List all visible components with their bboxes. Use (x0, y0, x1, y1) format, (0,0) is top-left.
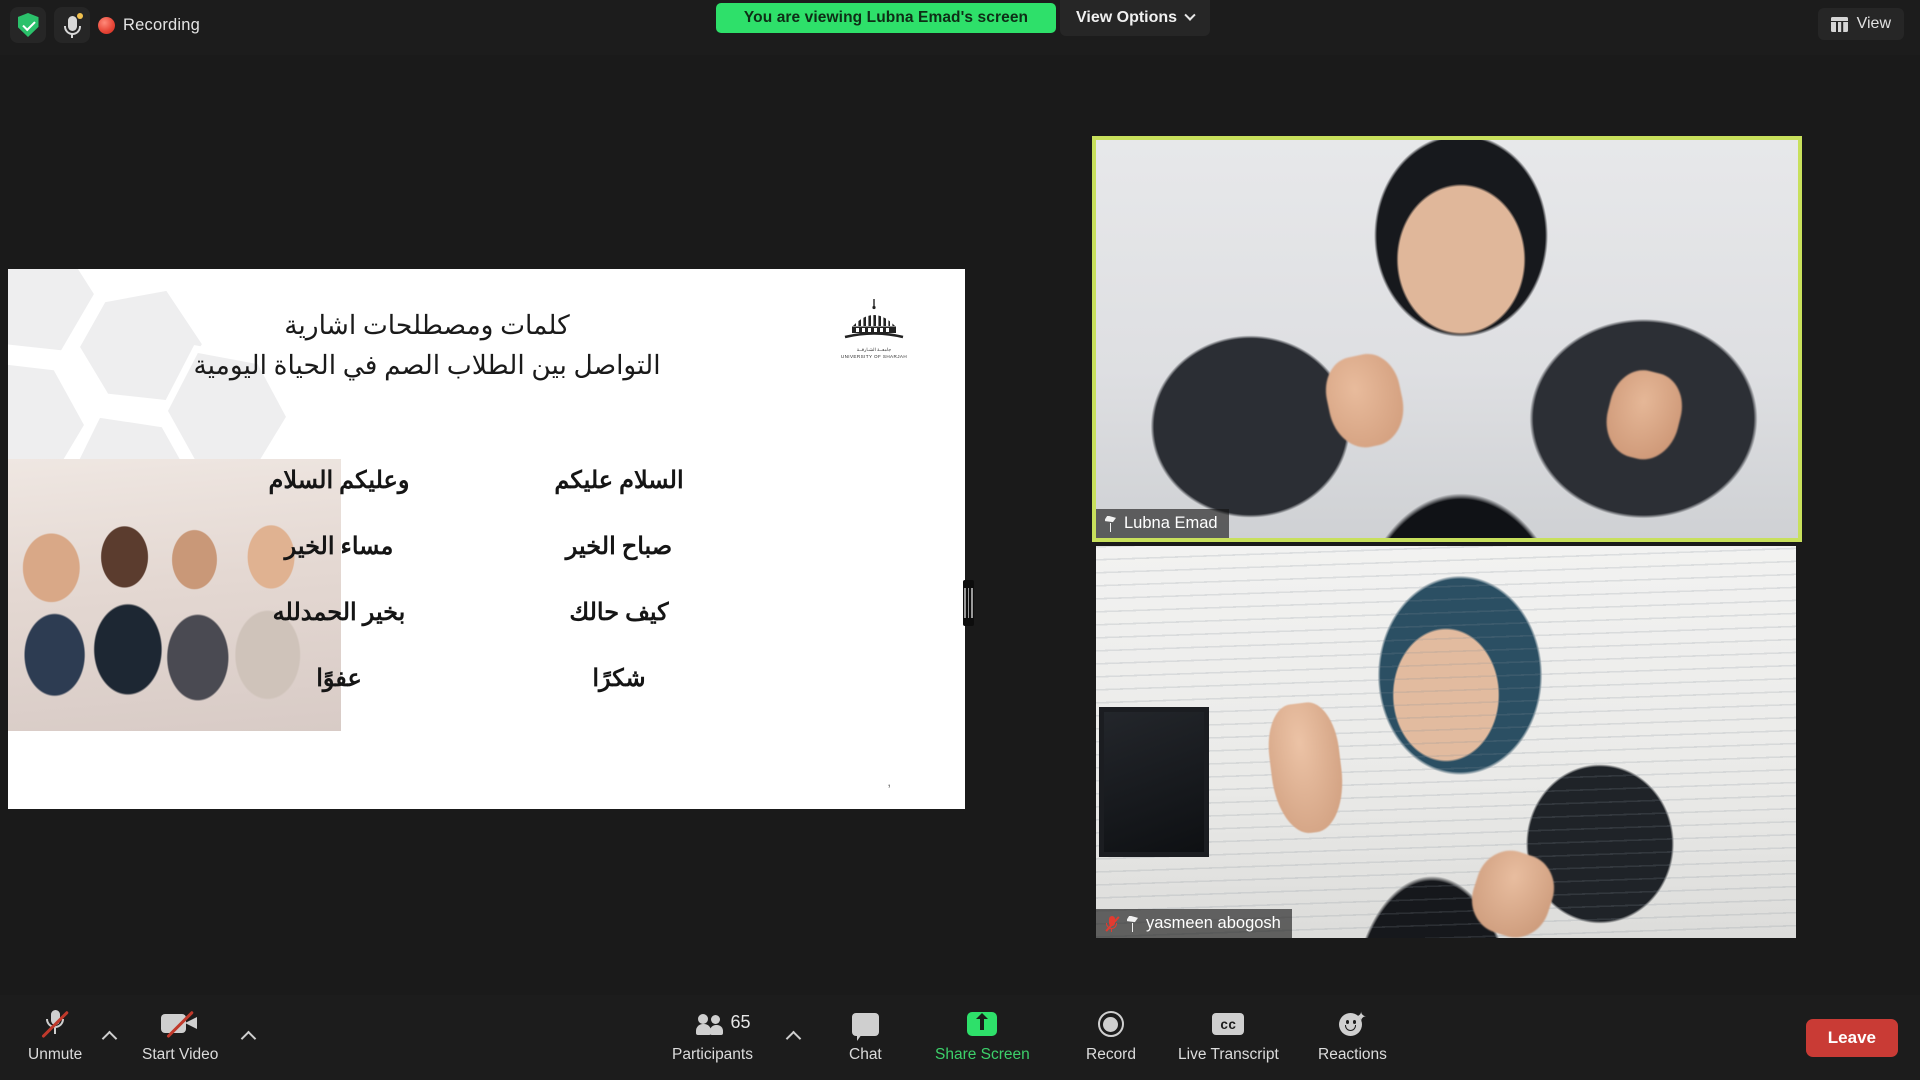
unmute-button[interactable]: Unmute (28, 1007, 82, 1064)
participant-name: yasmeen abogosh (1146, 914, 1281, 932)
shield-check-icon (17, 13, 39, 37)
unmute-label: Unmute (28, 1046, 83, 1063)
start-video-label: Start Video (142, 1046, 219, 1063)
closed-caption-icon: cc (1212, 1007, 1245, 1041)
phrase-prompt: صباح الخير (565, 533, 673, 560)
share-screen-label: Share Screen (935, 1046, 1030, 1063)
top-bar: Recording You are viewing Lubna Emad's s… (0, 0, 1920, 55)
audio-options-caret[interactable] (101, 1030, 118, 1047)
people-icon: 65 (696, 1007, 751, 1041)
live-transcript-label: Live Transcript (1178, 1046, 1279, 1063)
phrase-reply: مساء الخير (284, 533, 394, 560)
phrase-prompt: السلام عليكم (554, 467, 684, 494)
logo-caption-arabic: جامعــة الشـارقــة (856, 347, 892, 353)
record-button[interactable]: Record (1086, 1007, 1136, 1064)
chat-label: Chat (849, 1046, 882, 1063)
encryption-shield-button[interactable] (10, 7, 46, 43)
record-circle-icon (1097, 1007, 1124, 1041)
phrase-reply: وعليكم السلام (268, 467, 410, 494)
table-row: السلام عليكم وعليكم السلام (199, 447, 759, 513)
shared-screen-area[interactable]: كلمات ومصطلحات اشارية التواصل بين الطلاب… (0, 55, 975, 995)
share-resize-handle[interactable] (963, 580, 974, 626)
video-tile-yasmeen-abogosh[interactable]: yasmeen abogosh (1096, 546, 1796, 938)
chat-button[interactable]: Chat (849, 1007, 882, 1064)
university-of-sharjah-logo: جامعــة الشـارقــة UNIVERSITY OF SHARJAH (831, 291, 917, 361)
share-screen-up-arrow-icon (967, 1007, 998, 1041)
participants-count: 65 (730, 1012, 751, 1032)
reactions-label: Reactions (1318, 1046, 1387, 1063)
video-options-caret[interactable] (240, 1030, 257, 1047)
phrase-reply: بخير الحمدلله (272, 599, 406, 626)
participant-name-bar: Lubna Emad (1096, 509, 1229, 538)
top-bar-left-group: Recording (10, 7, 200, 43)
slide-title-line-1: كلمات ومصطلحات اشارية (284, 310, 570, 340)
participants-label: Participants (672, 1046, 753, 1063)
mic-muted-icon (41, 1007, 69, 1041)
dome-logo-icon (844, 299, 904, 339)
table-row: صباح الخير مساء الخير (199, 513, 759, 579)
chevron-down-icon (1184, 9, 1196, 21)
share-screen-button[interactable]: Share Screen (935, 1007, 1030, 1064)
phrase-prompt: كيف حالك (569, 599, 669, 626)
background-monitor (1099, 706, 1209, 857)
start-video-button[interactable]: Start Video (142, 1007, 218, 1064)
pin-icon (1104, 516, 1117, 532)
mic-alert-dot-icon (77, 13, 83, 19)
participant-name: Lubna Emad (1124, 514, 1218, 532)
live-transcript-button[interactable]: cc Live Transcript (1178, 1007, 1279, 1064)
phrase-prompt: شكرًا (592, 665, 646, 692)
view-options-button[interactable]: View Options (1060, 0, 1211, 36)
record-label: Record (1086, 1046, 1136, 1063)
phrase-table: السلام عليكم وعليكم السلام صباح الخير مس… (199, 447, 759, 711)
slide-page-mark: , (887, 774, 891, 789)
reactions-button[interactable]: ✦ Reactions (1318, 1007, 1387, 1064)
screen-share-banner: You are viewing Lubna Emad's screen (716, 3, 1056, 33)
table-row: شكرًا عفوًا (199, 645, 759, 711)
leave-button[interactable]: Leave (1805, 1019, 1898, 1057)
camera-off-icon (161, 1007, 199, 1041)
video-tile-lubna-emad[interactable]: Lubna Emad (1092, 136, 1802, 542)
participants-options-caret[interactable] (785, 1030, 802, 1047)
muted-mic-icon (1104, 915, 1120, 933)
table-row: كيف حالك بخير الحمدلله (199, 579, 759, 645)
mic-status-button[interactable] (54, 7, 90, 43)
view-layout-button[interactable]: View (1817, 8, 1904, 40)
record-dot-icon (98, 16, 115, 34)
chat-bubble-icon (851, 1007, 879, 1041)
meeting-toolbar: Unmute Start Video 65 Participants Chat … (0, 995, 1920, 1080)
slide-title: كلمات ومصطلحات اشارية التواصل بين الطلاب… (147, 305, 707, 386)
participant-name-bar: yasmeen abogosh (1096, 909, 1292, 938)
participants-button[interactable]: 65 Participants (672, 1007, 753, 1064)
view-options-label: View Options (1076, 9, 1178, 26)
smiley-reaction-icon: ✦ (1338, 1007, 1366, 1041)
phrase-reply: عفوًا (316, 665, 362, 692)
logo-caption-english: UNIVERSITY OF SHARJAH (840, 354, 908, 360)
video-feed (1096, 140, 1798, 538)
view-button-label: View (1856, 15, 1891, 32)
grid-view-icon (1830, 16, 1848, 32)
slide-title-line-2: التواصل بين الطلاب الصم في الحياة اليومي… (193, 350, 661, 381)
presentation-slide: كلمات ومصطلحات اشارية التواصل بين الطلاب… (8, 269, 965, 809)
pin-icon (1126, 916, 1139, 932)
recording-label: Recording (123, 15, 201, 34)
